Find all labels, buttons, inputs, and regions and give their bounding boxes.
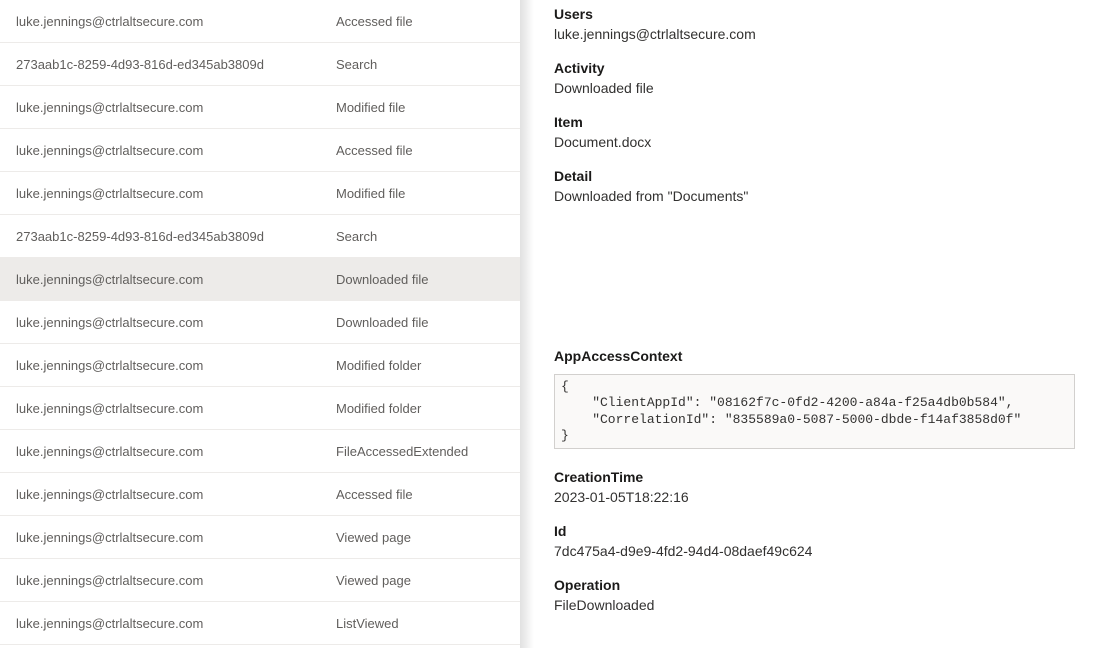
table-row[interactable]: luke.jennings@ctrlaltsecure.comAccessed …	[0, 129, 520, 172]
row-user: luke.jennings@ctrlaltsecure.com	[16, 14, 336, 29]
row-user: luke.jennings@ctrlaltsecure.com	[16, 530, 336, 545]
detail-detail-label: Detail	[554, 168, 1075, 184]
table-row[interactable]: luke.jennings@ctrlaltsecure.comAccessed …	[0, 473, 520, 516]
table-row[interactable]: luke.jennings@ctrlaltsecure.comDownloade…	[0, 258, 520, 301]
detail-activity-label: Activity	[554, 60, 1075, 76]
row-user: luke.jennings@ctrlaltsecure.com	[16, 573, 336, 588]
detail-operation-label: Operation	[554, 577, 1075, 593]
row-user: luke.jennings@ctrlaltsecure.com	[16, 444, 336, 459]
detail-id-value: 7dc475a4-d9e9-4fd2-94d4-08daef49c624	[554, 543, 1075, 559]
row-activity: Accessed file	[336, 143, 520, 158]
row-activity: Downloaded file	[336, 315, 520, 330]
detail-creationtime-label: CreationTime	[554, 469, 1075, 485]
audit-log-table: luke.jennings@ctrlaltsecure.comAccessed …	[0, 0, 520, 648]
row-activity: Accessed file	[336, 14, 520, 29]
table-row[interactable]: luke.jennings@ctrlaltsecure.comListViewe…	[0, 602, 520, 645]
detail-activity-value: Downloaded file	[554, 80, 1075, 96]
row-activity: Modified folder	[336, 358, 520, 373]
row-user: 273aab1c-8259-4d93-816d-ed345ab3809d	[16, 57, 336, 72]
detail-item-label: Item	[554, 114, 1075, 130]
row-activity: Modified file	[336, 100, 520, 115]
row-activity: FileAccessedExtended	[336, 444, 520, 459]
detail-detail-value: Downloaded from "Documents"	[554, 188, 1075, 204]
table-row[interactable]: 273aab1c-8259-4d93-816d-ed345ab3809dSear…	[0, 215, 520, 258]
row-user: luke.jennings@ctrlaltsecure.com	[16, 100, 336, 115]
row-activity: Modified file	[336, 186, 520, 201]
row-activity: Search	[336, 229, 520, 244]
detail-users-value: luke.jennings@ctrlaltsecure.com	[554, 26, 1075, 42]
detail-appaccess-label: AppAccessContext	[554, 348, 1075, 364]
table-row[interactable]: 273aab1c-8259-4d93-816d-ed345ab3809dSear…	[0, 43, 520, 86]
row-user: luke.jennings@ctrlaltsecure.com	[16, 143, 336, 158]
row-activity: Accessed file	[336, 487, 520, 502]
table-row[interactable]: luke.jennings@ctrlaltsecure.comModified …	[0, 172, 520, 215]
row-user: luke.jennings@ctrlaltsecure.com	[16, 616, 336, 631]
table-row[interactable]: luke.jennings@ctrlaltsecure.comViewed pa…	[0, 559, 520, 602]
row-user: luke.jennings@ctrlaltsecure.com	[16, 487, 336, 502]
detail-panel: Users luke.jennings@ctrlaltsecure.com Ac…	[520, 0, 1101, 648]
row-user: luke.jennings@ctrlaltsecure.com	[16, 315, 336, 330]
table-row[interactable]: luke.jennings@ctrlaltsecure.comViewed pa…	[0, 516, 520, 559]
table-row[interactable]: luke.jennings@ctrlaltsecure.comModified …	[0, 344, 520, 387]
detail-users-label: Users	[554, 6, 1075, 22]
row-activity: ListViewed	[336, 616, 520, 631]
table-row[interactable]: luke.jennings@ctrlaltsecure.comAccessed …	[0, 0, 520, 43]
row-user: luke.jennings@ctrlaltsecure.com	[16, 272, 336, 287]
detail-id-label: Id	[554, 523, 1075, 539]
detail-item-value: Document.docx	[554, 134, 1075, 150]
row-activity: Modified folder	[336, 401, 520, 416]
row-user: luke.jennings@ctrlaltsecure.com	[16, 358, 336, 373]
detail-appaccess-code: { "ClientAppId": "08162f7c-0fd2-4200-a84…	[554, 374, 1075, 449]
row-user: luke.jennings@ctrlaltsecure.com	[16, 186, 336, 201]
detail-creationtime-value: 2023-01-05T18:22:16	[554, 489, 1075, 505]
row-activity: Viewed page	[336, 573, 520, 588]
row-activity: Search	[336, 57, 520, 72]
detail-operation-value: FileDownloaded	[554, 597, 1075, 613]
table-row[interactable]: luke.jennings@ctrlaltsecure.comFileAcces…	[0, 430, 520, 473]
table-row[interactable]: luke.jennings@ctrlaltsecure.comModified …	[0, 387, 520, 430]
row-user: luke.jennings@ctrlaltsecure.com	[16, 401, 336, 416]
row-activity: Viewed page	[336, 530, 520, 545]
table-row[interactable]: luke.jennings@ctrlaltsecure.comModified …	[0, 86, 520, 129]
row-user: 273aab1c-8259-4d93-816d-ed345ab3809d	[16, 229, 336, 244]
table-row[interactable]: luke.jennings@ctrlaltsecure.comDownloade…	[0, 301, 520, 344]
row-activity: Downloaded file	[336, 272, 520, 287]
